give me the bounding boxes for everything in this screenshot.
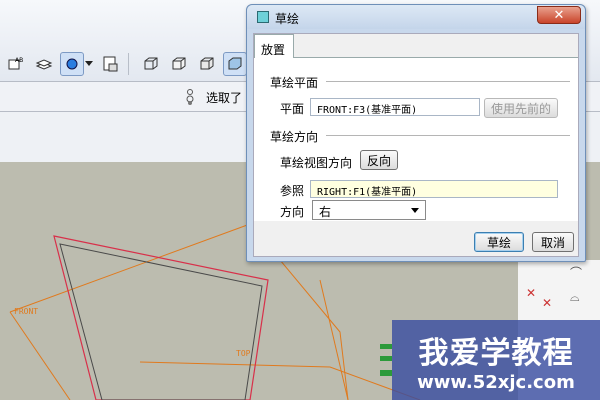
sphere-icon[interactable] bbox=[60, 52, 84, 76]
placement-tab-page: 草绘平面 平面 FRONT:F3(基准平面) 使用先前的 草绘方向 草绘视图方向… bbox=[254, 57, 578, 221]
reference-label: 参照 bbox=[280, 184, 305, 198]
group-divider bbox=[326, 81, 570, 82]
dialog-titlebar[interactable]: 草绘 ✕ bbox=[247, 5, 585, 29]
plane-field[interactable]: FRONT:F3(基准平面) bbox=[310, 98, 480, 116]
cancel-button[interactable]: 取消 bbox=[532, 232, 574, 252]
view-direction-label: 草绘视图方向 bbox=[280, 156, 353, 170]
tab-placement[interactable]: 放置 bbox=[254, 34, 294, 58]
reference-field[interactable]: RIGHT:F1(基准平面) bbox=[310, 180, 558, 198]
box-wire-icon[interactable] bbox=[139, 52, 163, 76]
watermark-url: www.52xjc.com bbox=[417, 372, 575, 393]
orientation-group-title: 草绘方向 bbox=[270, 130, 319, 144]
view-icon[interactable]: AB bbox=[4, 52, 28, 76]
watermark: 我爱学教程 www.52xjc.com bbox=[392, 320, 600, 400]
dialog-title: 草绘 bbox=[275, 12, 300, 26]
sketch-plane-group-title: 草绘平面 bbox=[270, 76, 319, 90]
saved-view-icon[interactable] bbox=[98, 52, 122, 76]
flip-button[interactable]: 反向 bbox=[360, 150, 398, 170]
close-button[interactable]: ✕ bbox=[537, 6, 581, 24]
watermark-title: 我爱学教程 bbox=[418, 336, 574, 371]
view-toolbar-row: AB bbox=[0, 48, 260, 80]
top-plane-label: TOP bbox=[236, 349, 251, 358]
close-icon: ✕ bbox=[553, 7, 565, 23]
dialog-body: 草绘平面 平面 FRONT:F3(基准平面) 使用先前的 草绘方向 草绘视图方向… bbox=[253, 33, 579, 257]
datum-plane-right-edge bbox=[319, 279, 349, 400]
direction-select-value: 右 bbox=[319, 205, 332, 219]
box-shade-icon[interactable] bbox=[195, 52, 219, 76]
plane-label: 平面 bbox=[280, 102, 305, 116]
svg-text:AB: AB bbox=[15, 57, 23, 64]
toolbar-separator bbox=[128, 53, 129, 75]
datum-plane-top-edge bbox=[139, 361, 421, 400]
front-plane-label: FRONT bbox=[14, 307, 39, 316]
curve-tool-icon[interactable]: ⌒ bbox=[570, 264, 582, 281]
sketch-ok-button[interactable]: 草绘 bbox=[474, 232, 524, 252]
chevron-down-icon bbox=[411, 208, 419, 213]
sketch-dialog: 草绘 ✕ 草绘平面 平面 FRONT:F3(基准平面) 使用先前的 草绘方向 草… bbox=[246, 4, 586, 262]
layers-icon[interactable] bbox=[32, 52, 56, 76]
point-tool-icon-2[interactable]: ✕ bbox=[542, 296, 552, 310]
status-message: 选取了 bbox=[206, 91, 243, 105]
sketch-app-icon bbox=[257, 11, 269, 23]
datum-plane-top bbox=[9, 311, 71, 400]
use-previous-button[interactable]: 使用先前的 bbox=[484, 98, 558, 118]
info-icon bbox=[186, 89, 194, 105]
menu-arrow-icon[interactable] bbox=[84, 52, 94, 76]
direction-label: 方向 bbox=[280, 205, 305, 219]
point-tool-icon[interactable]: ✕ bbox=[526, 286, 536, 300]
direction-select[interactable]: 右 bbox=[312, 200, 426, 220]
group-divider bbox=[326, 135, 570, 136]
sketch-plane-outline bbox=[53, 235, 269, 400]
arc-tool-icon[interactable]: ⌓ bbox=[570, 290, 580, 305]
box-hidden-icon[interactable] bbox=[167, 52, 191, 76]
box-solid-icon[interactable] bbox=[223, 52, 247, 76]
